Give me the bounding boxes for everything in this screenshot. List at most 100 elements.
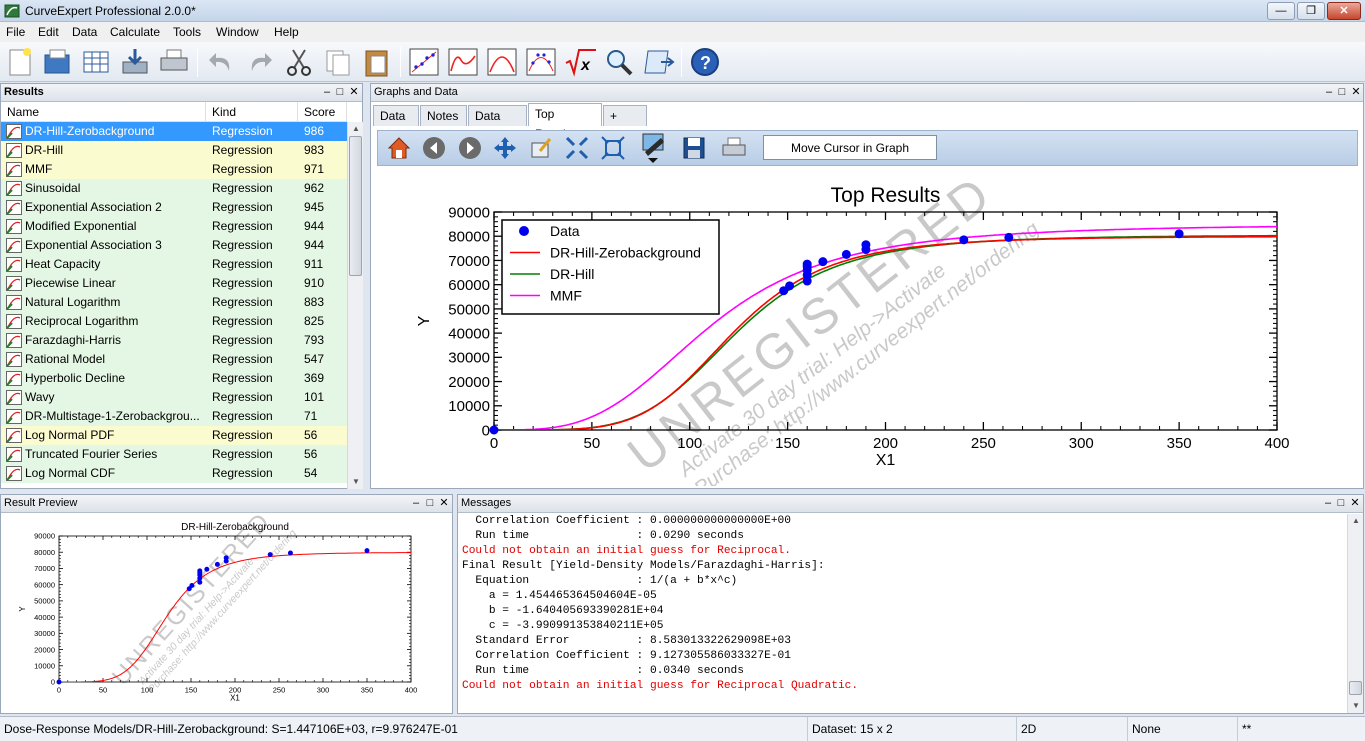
results-row[interactable]: Log Normal CDF Regression 54: [1, 464, 347, 483]
data-grid-icon[interactable]: [79, 46, 113, 78]
menu-data[interactable]: Data: [72, 25, 97, 39]
close-panel-button[interactable]: ✕: [1350, 84, 1362, 101]
scatter-plot-icon[interactable]: [407, 46, 441, 78]
results-row[interactable]: Piecewise Linear Regression 910: [1, 274, 347, 293]
scroll-up-arrow-icon[interactable]: ▲: [352, 124, 360, 133]
results-row[interactable]: DR-Multistage-1-Zerobackgrou... Regressio…: [1, 407, 347, 426]
forward-icon[interactable]: [457, 135, 483, 161]
close-panel-button[interactable]: ✕: [438, 495, 450, 512]
results-cell-name: DR-Hill-Zerobackground: [25, 124, 155, 138]
scroll-down-arrow-icon[interactable]: ▼: [352, 477, 360, 486]
color-icon[interactable]: [640, 132, 666, 164]
maximize-window-button[interactable]: ❐: [1297, 2, 1325, 20]
top-results-chart[interactable]: UNREGISTEREDActivate 30 day trial: Help-…: [377, 168, 1360, 486]
edit-icon[interactable]: [528, 135, 554, 161]
messages-panel-title: Messages: [458, 495, 1363, 513]
messages-scrollbar[interactable]: ▲ ▼: [1347, 514, 1363, 713]
minimize-panel-button[interactable]: ‒: [1322, 495, 1334, 512]
message-line: Correlation Coefficient : 0.000000000000…: [462, 515, 791, 527]
column-header-name[interactable]: Name: [1, 102, 206, 122]
scroll-up-arrow-icon[interactable]: ▲: [1352, 516, 1360, 525]
redo-icon[interactable]: [243, 46, 277, 78]
help-icon[interactable]: ?: [688, 46, 722, 78]
results-cell-score: 825: [304, 314, 325, 328]
minimize-window-button[interactable]: —: [1267, 2, 1295, 20]
legend-label: DR-Hill: [550, 266, 594, 282]
results-row[interactable]: Exponential Association 3 Regression 944: [1, 236, 347, 255]
zoom-select-icon[interactable]: [600, 135, 626, 161]
close-panel-button[interactable]: ✕: [1349, 495, 1361, 512]
tab-data[interactable]: Data: [373, 105, 419, 126]
results-row[interactable]: Farazdaghi-Harris Regression 793: [1, 331, 347, 350]
pan-icon[interactable]: [492, 135, 518, 161]
home-icon[interactable]: [386, 135, 412, 161]
menu-calculate[interactable]: Calculate: [110, 25, 160, 39]
zoom-fit-icon[interactable]: [564, 135, 590, 161]
messages-scrollbar-thumb[interactable]: [1349, 681, 1362, 695]
menu-tools[interactable]: Tools: [173, 25, 201, 39]
save-icon[interactable]: [681, 135, 707, 161]
results-row[interactable]: Truncated Fourier Series Regression 56: [1, 445, 347, 464]
column-header-kind[interactable]: Kind: [206, 102, 298, 122]
function-icon[interactable]: x: [563, 46, 597, 78]
results-row[interactable]: Natural Logarithm Regression 883: [1, 293, 347, 312]
minimize-panel-button[interactable]: ‒: [1323, 84, 1335, 101]
scroll-down-arrow-icon[interactable]: ▼: [1352, 701, 1360, 710]
move-cursor-button[interactable]: Move Cursor in Graph: [763, 135, 937, 160]
results-cell-kind: Regression: [212, 447, 273, 461]
legend-label: DR-Hill-Zerobackground: [550, 245, 701, 261]
results-scrollbar[interactable]: ▲ ▼: [347, 122, 363, 489]
tab-notes[interactable]: Notes: [420, 105, 467, 126]
float-panel-button[interactable]: □: [334, 84, 346, 101]
menu-window[interactable]: Window: [216, 25, 259, 39]
results-row[interactable]: DR-Hill-Zerobackground Regression 986: [1, 122, 347, 141]
open-icon[interactable]: [40, 46, 74, 78]
results-row[interactable]: Rational Model Regression 547: [1, 350, 347, 369]
results-cell-score: 56: [304, 428, 318, 442]
results-row[interactable]: DR-Hill Regression 983: [1, 141, 347, 160]
copy-icon[interactable]: [321, 46, 355, 78]
print-icon[interactable]: [721, 135, 747, 161]
data-point: [56, 679, 62, 685]
line-plot-icon[interactable]: [446, 46, 480, 78]
close-panel-button[interactable]: ✕: [348, 84, 360, 101]
menu-edit[interactable]: Edit: [38, 25, 59, 39]
results-row[interactable]: Sinusoidal Regression 962: [1, 179, 347, 198]
results-row[interactable]: Wavy Regression 101: [1, 388, 347, 407]
tab-top-results[interactable]: Top Results: [528, 103, 602, 141]
float-panel-button[interactable]: □: [1335, 495, 1347, 512]
regression-model-icon: [6, 314, 22, 329]
residual-plot-icon[interactable]: [524, 46, 558, 78]
float-panel-button[interactable]: □: [1336, 84, 1348, 101]
results-row[interactable]: Hyperbolic Decline Regression 369: [1, 369, 347, 388]
results-scrollbar-thumb[interactable]: [349, 136, 362, 276]
cut-icon[interactable]: [282, 46, 316, 78]
results-cell-score: 971: [304, 162, 325, 176]
tab-add[interactable]: +: [603, 105, 647, 126]
results-row[interactable]: Exponential Association 2 Regression 945: [1, 198, 347, 217]
column-header-score[interactable]: Score: [298, 102, 347, 122]
menu-help[interactable]: Help: [274, 25, 299, 39]
results-cell-score: 944: [304, 238, 325, 252]
minimize-panel-button[interactable]: ‒: [321, 84, 333, 101]
close-window-button[interactable]: ✕: [1327, 2, 1361, 20]
import-icon[interactable]: [118, 46, 152, 78]
paste-icon[interactable]: [360, 46, 394, 78]
back-icon[interactable]: [421, 135, 447, 161]
undo-icon[interactable]: [204, 46, 238, 78]
zoom-icon[interactable]: [602, 46, 636, 78]
menu-file[interactable]: File: [6, 25, 25, 39]
results-row[interactable]: MMF Regression 971: [1, 160, 347, 179]
curve-plot-icon[interactable]: [485, 46, 519, 78]
results-row[interactable]: Log Normal PDF Regression 56: [1, 426, 347, 445]
float-panel-button[interactable]: □: [424, 495, 436, 512]
results-row[interactable]: Heat Capacity Regression 911: [1, 255, 347, 274]
results-row[interactable]: Reciprocal Logarithm Regression 825: [1, 312, 347, 331]
y-tick-label: 0: [51, 678, 55, 687]
script-icon[interactable]: [641, 46, 675, 78]
new-icon[interactable]: [3, 46, 37, 78]
minimize-panel-button[interactable]: ‒: [410, 495, 422, 512]
results-row[interactable]: Modified Exponential Regression 944: [1, 217, 347, 236]
print-icon[interactable]: [157, 46, 191, 78]
tab-data-plot[interactable]: Data Plot: [468, 105, 527, 143]
